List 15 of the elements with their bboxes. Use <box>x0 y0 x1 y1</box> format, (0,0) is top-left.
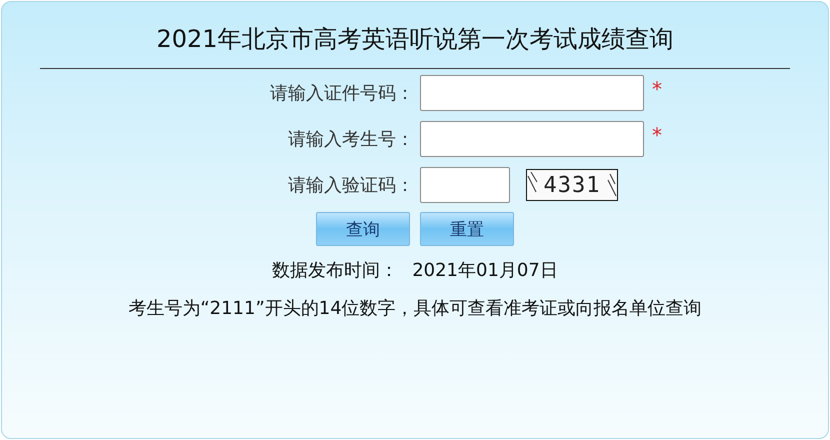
reset-button[interactable]: 重置 <box>420 212 514 246</box>
field-label: 请输入证件号码： <box>270 82 415 105</box>
release-date: 2021年01月07日 <box>412 259 558 282</box>
field-label: 请输入验证码： <box>288 174 415 197</box>
release-label: 数据发布时间： <box>272 259 398 282</box>
required-mark: * <box>651 123 663 147</box>
input-field[interactable] <box>420 121 644 157</box>
field-label: 请输入考生号： <box>288 128 415 151</box>
query-button[interactable]: 查询 <box>316 212 410 246</box>
page-title: 2021年北京市高考英语听说第一次考试成绩查询 <box>156 24 674 55</box>
required-mark: * <box>651 77 663 101</box>
captcha-image: 4331 <box>526 169 618 201</box>
captcha-field[interactable] <box>420 167 510 203</box>
notice-text: 考生号为“2111”开头的14位数字，具体可查看准考证或向报名单位查询 <box>128 297 702 320</box>
input-field[interactable] <box>420 75 644 111</box>
